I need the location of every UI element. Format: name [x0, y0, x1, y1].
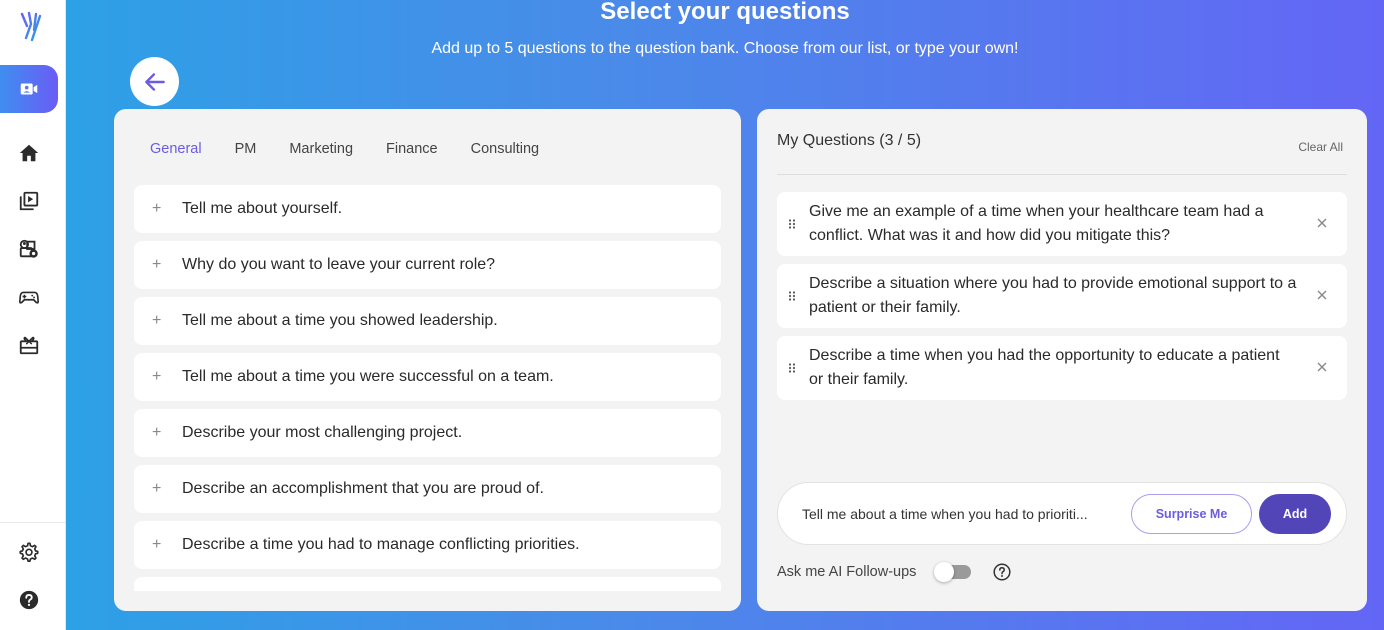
clear-all-button[interactable]: Clear All: [1298, 140, 1343, 154]
question-text: Why do you want to leave your current ro…: [182, 256, 496, 273]
tab-marketing[interactable]: Marketing: [289, 141, 353, 157]
back-button[interactable]: [130, 57, 179, 106]
question-text: Describe your most challenging project.: [182, 424, 463, 441]
sidebar-item-interview[interactable]: [0, 65, 58, 113]
tab-consulting[interactable]: Consulting: [471, 141, 540, 157]
question-item[interactable]: + Why do you want to leave your current …: [134, 241, 721, 289]
divider: [777, 174, 1347, 175]
plus-icon: +: [152, 312, 162, 329]
question-item[interactable]: +: [134, 577, 721, 591]
close-icon[interactable]: [1315, 360, 1329, 374]
selected-question[interactable]: Describe a situation where you had to pr…: [777, 264, 1347, 328]
surprise-me-button[interactable]: Surprise Me: [1131, 494, 1252, 534]
question-item[interactable]: + Describe an accomplishment that you ar…: [134, 465, 721, 513]
video-interview-icon: [20, 83, 38, 95]
custom-question-bar: Surprise Me Add: [777, 482, 1347, 545]
page-subtitle: Add up to 5 questions to the question ba…: [431, 40, 1019, 57]
drag-handle-icon[interactable]: [788, 363, 796, 373]
toggle-knob: [934, 562, 955, 582]
selected-questions-list: Give me an example of a time when your h…: [777, 192, 1347, 408]
ai-followups-toggle[interactable]: [934, 562, 972, 582]
arrow-left-icon: [144, 72, 165, 91]
settings-icon: [19, 542, 39, 562]
gamepad-icon: [19, 291, 39, 304]
plus-icon: +: [152, 200, 162, 217]
drag-handle-icon[interactable]: [788, 291, 796, 301]
tab-pm[interactable]: PM: [235, 141, 257, 157]
ai-followups-row: Ask me AI Follow-ups: [777, 562, 1011, 582]
category-tabs: General PM Marketing Finance Consulting: [150, 141, 572, 157]
home-icon: [19, 144, 39, 162]
question-item[interactable]: + Describe your most challenging project…: [134, 409, 721, 457]
question-item[interactable]: + Tell me about yourself.: [134, 185, 721, 233]
plus-icon: +: [152, 424, 162, 441]
sidebar-item-video-library[interactable]: [0, 177, 58, 225]
question-item[interactable]: + Tell me about a time you were successf…: [134, 353, 721, 401]
question-bank-panel: General PM Marketing Finance Consulting …: [114, 109, 741, 611]
people-icon: [19, 239, 38, 258]
selected-question-text: Describe a situation where you had to pr…: [809, 275, 1297, 316]
plus-icon: +: [152, 480, 162, 497]
sidebar-item-people[interactable]: [0, 225, 58, 273]
my-questions-title: My Questions (3 / 5): [777, 132, 922, 149]
question-text: Tell me about yourself.: [182, 200, 343, 217]
question-text: Tell me about a time you showed leadersh…: [182, 312, 498, 329]
ai-followups-label: Ask me AI Follow-ups: [777, 564, 917, 580]
sidebar-divider: [0, 522, 66, 523]
my-questions-panel: My Questions (3 / 5) Clear All Give me a…: [757, 109, 1367, 611]
app-logo-icon[interactable]: [18, 10, 48, 42]
gift-icon: [19, 336, 39, 355]
tab-general[interactable]: General: [150, 141, 202, 157]
sidebar-item-games[interactable]: [0, 273, 58, 321]
selected-question-text: Give me an example of a time when your h…: [809, 203, 1264, 244]
close-icon[interactable]: [1315, 216, 1329, 230]
selected-question-text: Describe a time when you had the opportu…: [809, 347, 1280, 388]
close-icon[interactable]: [1315, 288, 1329, 302]
video-library-icon: [19, 191, 39, 211]
question-text: Describe an accomplishment that you are …: [182, 480, 544, 497]
sidebar-item-rewards[interactable]: [0, 321, 58, 369]
sidebar-item-help[interactable]: [0, 576, 58, 624]
question-text: Tell me about a time you were successful…: [182, 368, 554, 385]
question-list[interactable]: + Tell me about yourself. + Why do you w…: [134, 185, 721, 591]
drag-handle-icon[interactable]: [788, 219, 796, 229]
page-title: Select your questions: [600, 0, 850, 25]
sidebar-item-settings[interactable]: [0, 528, 58, 576]
question-text: Describe a time you had to manage confli…: [182, 536, 580, 553]
selected-question[interactable]: Describe a time when you had the opportu…: [777, 336, 1347, 400]
plus-icon: +: [152, 368, 162, 385]
custom-question-input[interactable]: [802, 503, 1122, 525]
question-circle-icon[interactable]: [993, 563, 1011, 581]
plus-icon: +: [152, 256, 162, 273]
help-icon: [19, 590, 39, 610]
selected-question[interactable]: Give me an example of a time when your h…: [777, 192, 1347, 256]
add-button[interactable]: Add: [1259, 494, 1331, 534]
tab-finance[interactable]: Finance: [386, 141, 438, 157]
plus-icon: +: [152, 536, 162, 553]
question-item[interactable]: + Tell me about a time you showed leader…: [134, 297, 721, 345]
sidebar-item-home[interactable]: [0, 129, 58, 177]
sidebar: [0, 0, 66, 630]
question-item[interactable]: + Describe a time you had to manage conf…: [134, 521, 721, 569]
